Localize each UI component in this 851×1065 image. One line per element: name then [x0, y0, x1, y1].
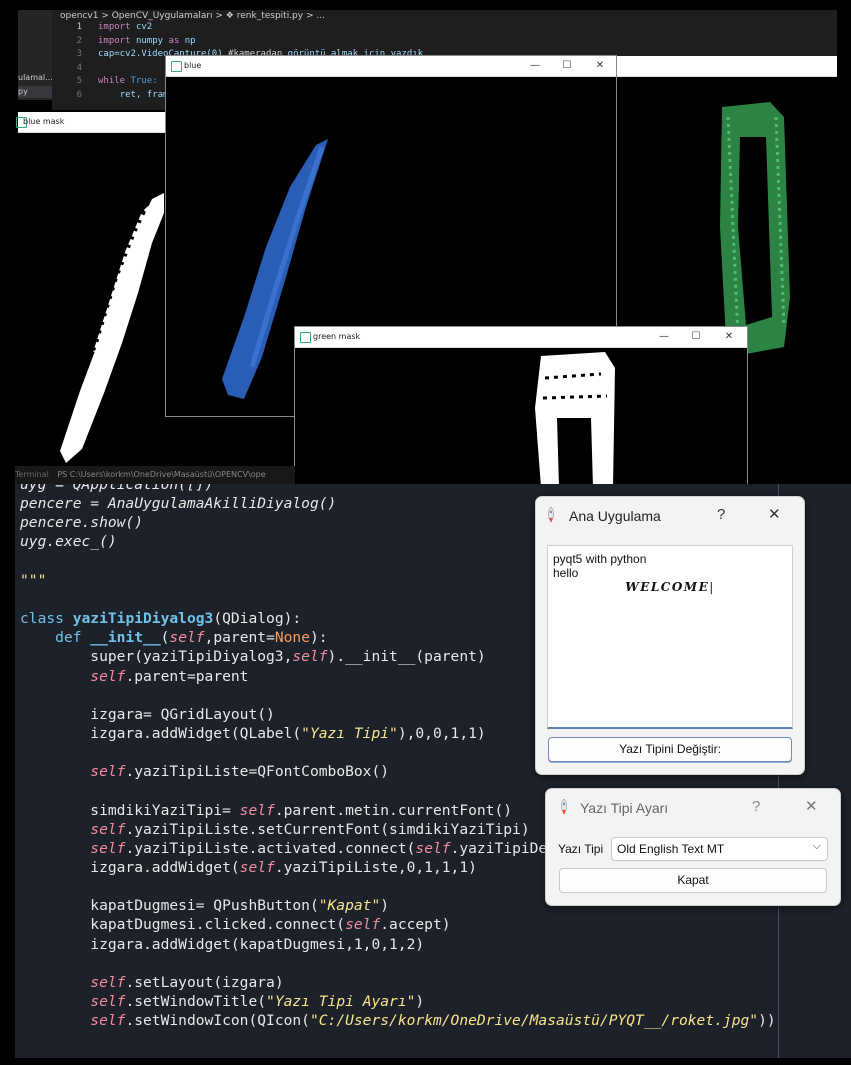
vscode-code-line: 5 while True: [76, 76, 158, 86]
maximize-icon[interactable]: ☐ [556, 56, 578, 76]
window-icon [300, 332, 311, 343]
rocket-icon [548, 507, 554, 523]
code-line[interactable]: self.yaziTipiListe=QFontComboBox() [20, 762, 389, 781]
text-line: hello [553, 566, 579, 580]
breadcrumb[interactable]: opencv1 > OpenCV_Uygulamaları > ❖ renk_t… [60, 11, 325, 21]
help-icon[interactable]: ? [717, 506, 725, 523]
code-line[interactable]: pencere = AnaUygulamaAkilliDiyalog() [20, 494, 336, 513]
window-green-mask[interactable]: green mask — ☐ ✕ [294, 326, 748, 488]
code-line[interactable]: def __init__(self,parent=None): [20, 628, 327, 647]
text-cursor: | [709, 580, 715, 594]
titlebar-blue[interactable]: blue — ☐ ✕ [166, 56, 616, 77]
terminal-tab[interactable]: Terminal [15, 470, 49, 479]
code-line[interactable]: izgara= QGridLayout() [20, 705, 275, 724]
code-line[interactable]: kapatDugmesi.clicked.connect(self.accept… [20, 915, 450, 934]
code-line[interactable]: self.setWindowTitle("Yazı Tipi Ayarı") [20, 992, 424, 1011]
close-icon[interactable]: ✕ [805, 797, 818, 815]
vscode-code-line: 4 [76, 62, 82, 73]
titlebar-blue-mask[interactable]: blue mask [16, 112, 166, 133]
kapat-button[interactable]: Kapat [559, 868, 827, 893]
maximize-icon[interactable]: ☐ [685, 327, 707, 347]
dialog-title: Ana Uygulama [569, 508, 661, 524]
rocket-icon [561, 799, 567, 815]
dialog-ana-uygulama[interactable]: Ana Uygulama ? ✕ pyqt5 with python hello… [535, 496, 805, 775]
window-title: green mask [313, 332, 361, 341]
help-icon[interactable]: ? [752, 798, 760, 815]
code-line[interactable]: kapatDugmesi= QPushButton("Kapat") [20, 896, 389, 915]
vscode-code-line: 1 import cv2 [76, 22, 153, 32]
code-line[interactable]: uyg = QApplication([]) [20, 484, 213, 494]
text-line: pyqt5 with python [553, 552, 647, 566]
dialog-title: Yazı Tipi Ayarı [580, 800, 669, 816]
titlebar-green-mask[interactable]: green mask — ☐ ✕ [295, 327, 747, 348]
minimize-icon[interactable]: — [653, 327, 675, 347]
code-line[interactable]: self.setWindowIcon(QIcon("C:/Users/korkm… [20, 1011, 775, 1030]
code-line[interactable]: izgara.addWidget(QLabel("Yazı Tipi"),0,0… [20, 724, 485, 743]
font-combobox[interactable]: Old English Text MT ⌵ [611, 837, 828, 861]
vscode-code-line: 2 import numpy as np [76, 35, 196, 46]
change-font-button[interactable]: Yazı Tipini Değiştir: [548, 737, 792, 762]
sidebar-item-folder[interactable]: ulamal... [18, 72, 52, 84]
font-combobox-value: Old English Text MT [617, 842, 725, 856]
code-line[interactable]: uyg.exec_() [20, 532, 117, 551]
window-blue-mask[interactable]: blue mask [16, 112, 166, 468]
code-line[interactable]: izgara.addWidget(self.yaziTipiListe,0,1,… [20, 858, 477, 877]
code-line[interactable]: izgara.addWidget(kapatDugmesi,1,0,1,2) [20, 935, 424, 954]
code-line[interactable]: self.yaziTipiListe.setCurrentFont(simdik… [20, 820, 529, 839]
code-line[interactable]: pencere.show() [20, 513, 143, 532]
sidebar-item-file[interactable]: py [18, 86, 52, 98]
code-line[interactable]: simdikiYaziTipi= self.parent.metin.curre… [20, 801, 512, 820]
dialog-font-settings[interactable]: Yazı Tipi Ayarı ? ✕ Yazı Tipi Old Englis… [545, 788, 841, 906]
window-title: blue mask [23, 117, 65, 126]
close-icon[interactable]: ✕ [768, 505, 781, 523]
close-icon[interactable]: ✕ [718, 327, 740, 347]
minimize-icon[interactable]: — [524, 56, 546, 76]
close-icon[interactable]: ✕ [589, 56, 611, 76]
code-line[interactable]: self.setLayout(izgara) [20, 973, 283, 992]
text-editor[interactable]: pyqt5 with python hello WELCOME| [547, 545, 793, 729]
code-line[interactable]: self.yaziTipiListe.activated.connect(sel… [20, 839, 608, 858]
terminal-prompt: PS C:\Users\korkm\OneDrive\Masaüstü\OPEN… [57, 470, 266, 479]
terminal-strip[interactable]: Terminal PS C:\Users\korkm\OneDrive\Masa… [15, 466, 295, 484]
code-line[interactable]: """ [20, 571, 46, 590]
code-line[interactable]: class yaziTipiDiyalog3(QDialog): [20, 609, 301, 628]
font-label: Yazı Tipi [558, 842, 604, 856]
blue-mask-image [60, 193, 164, 463]
window-title: blue [184, 61, 202, 70]
code-line[interactable]: self.parent=parent [20, 667, 248, 686]
welcome-text: WELCOME [625, 580, 710, 594]
code-line[interactable]: super(yaziTipiDiyalog3,self).__init__(pa… [20, 647, 485, 666]
titlebar-green[interactable]: green [600, 56, 837, 77]
green-mask-image [535, 352, 615, 487]
chevron-down-icon[interactable]: ⌵ [813, 840, 821, 853]
window-icon [171, 61, 182, 72]
